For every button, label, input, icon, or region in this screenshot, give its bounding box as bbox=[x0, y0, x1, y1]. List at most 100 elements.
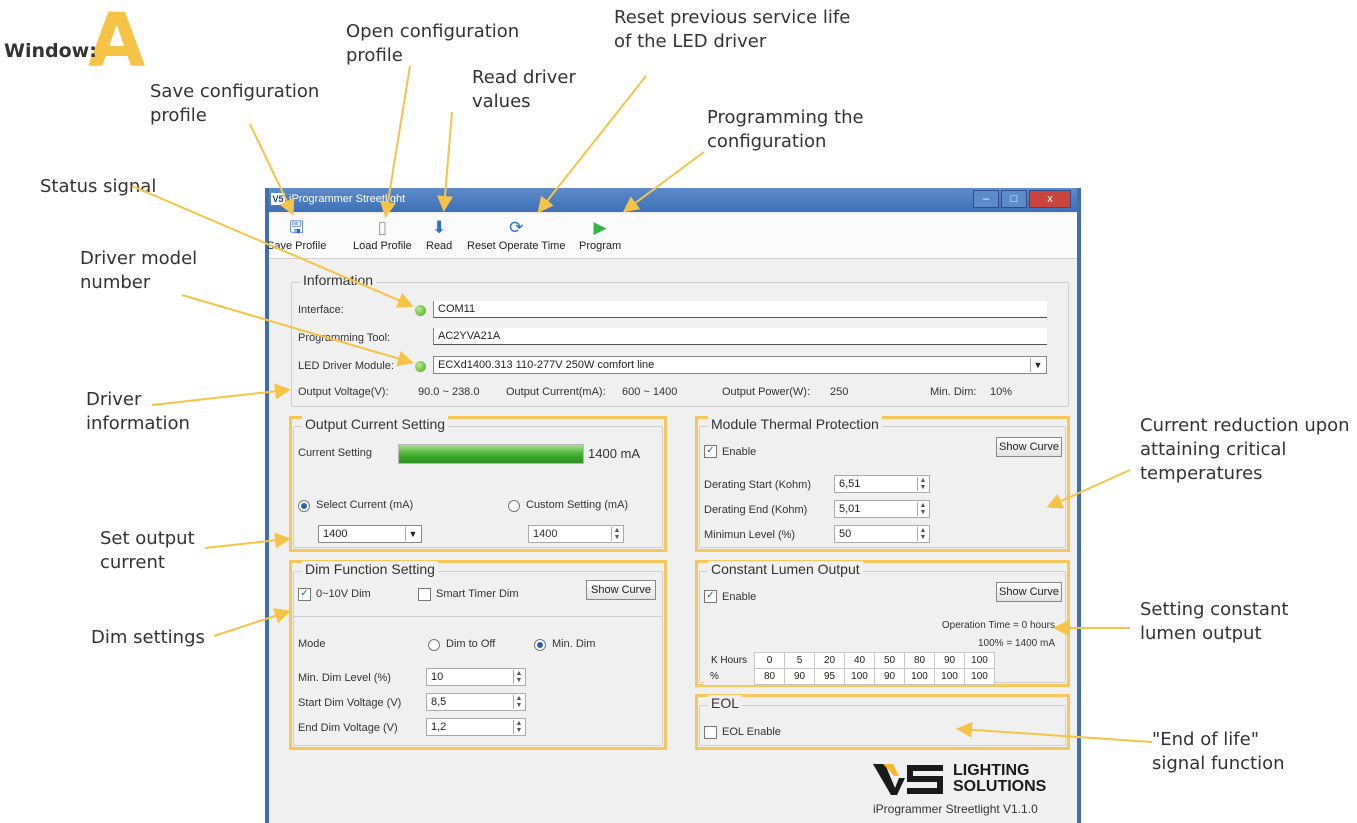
mode-label: Mode bbox=[298, 638, 326, 650]
table-cell[interactable]: 20 bbox=[814, 652, 845, 669]
clo-table: K Hours 0 5 20 40 50 80 90 100 % 80 90 9… bbox=[704, 652, 995, 685]
clo-group: Constant Lumen Output ✓ Enable Show Curv… bbox=[699, 561, 1066, 685]
eol-enable-checkbox[interactable] bbox=[704, 726, 717, 739]
table-cell[interactable]: 5 bbox=[784, 652, 815, 669]
table-cell[interactable]: 0 bbox=[754, 652, 785, 669]
logo-lighting-text: LIGHTING bbox=[953, 762, 1030, 779]
table-cell[interactable]: 95 bbox=[814, 668, 845, 685]
logo-solutions-text: SOLUTIONS bbox=[953, 778, 1047, 795]
read-button[interactable]: ⬇ Read bbox=[426, 218, 452, 252]
min-dim-level-stepper[interactable]: 10 ▲ ▼ bbox=[426, 668, 526, 686]
led-driver-module-select[interactable]: ECXd1400.313 110-277V 250W comfort line … bbox=[433, 356, 1047, 374]
table-cell[interactable]: 100 bbox=[904, 668, 935, 685]
output-current-title: Output Current Setting bbox=[302, 416, 449, 432]
information-group: Information Interface: COM11 Programming… bbox=[291, 272, 1069, 407]
output-current-value: 600 ~ 1400 bbox=[622, 386, 678, 398]
window-label: A Window: bbox=[4, 4, 145, 80]
module-status-indicator bbox=[415, 361, 426, 372]
minimum-level-stepper[interactable]: 50 ▲ ▼ bbox=[834, 525, 930, 543]
table-cell[interactable]: 90 bbox=[874, 668, 905, 685]
interface-status-indicator bbox=[415, 305, 426, 316]
note-status-signal: Status signal bbox=[40, 176, 157, 197]
dim-010v-checkbox[interactable]: ✓ bbox=[298, 588, 311, 601]
download-arrow-icon: ⬇ bbox=[432, 218, 447, 237]
min-dim-level-label: Min. Dim Level (%) bbox=[298, 672, 391, 684]
current-setting-label: Current Setting bbox=[298, 447, 372, 459]
output-current-label: Output Current(mA): bbox=[506, 386, 606, 398]
clo-enable-checkbox[interactable]: ✓ bbox=[704, 590, 717, 603]
k-hours-label: K Hours bbox=[704, 652, 755, 669]
dim-show-curve-button[interactable]: Show Curve bbox=[586, 580, 656, 600]
programming-tool-field[interactable]: AC2YVA21A bbox=[433, 328, 1047, 345]
note-end-of-life: "End of life" signal function bbox=[1152, 729, 1285, 774]
table-cell[interactable]: 100 bbox=[844, 668, 875, 685]
min-dim-label: Min. Dim: bbox=[930, 386, 977, 398]
table-cell[interactable]: 50 bbox=[874, 652, 905, 669]
table-cell[interactable]: 90 bbox=[784, 668, 815, 685]
note-constant-lumen: Setting constant lumen output bbox=[1140, 599, 1289, 644]
led-driver-module-label: LED Driver Module: bbox=[298, 360, 394, 372]
percent-reference-text: 100% = 1400 mA bbox=[978, 638, 1055, 649]
stepper-arrows-icon[interactable]: ▲ ▼ bbox=[917, 527, 928, 541]
min-dim-value: 10% bbox=[990, 386, 1013, 398]
stepper-arrows-icon[interactable]: ▲ ▼ bbox=[917, 502, 928, 516]
smart-timer-checkbox[interactable] bbox=[418, 588, 431, 601]
save-profile-button[interactable]: 🖫 Save Profile bbox=[267, 218, 326, 252]
program-button[interactable]: ▶ Program bbox=[579, 218, 621, 252]
maximize-button[interactable]: □ bbox=[1001, 190, 1027, 208]
note-reset-life: Reset previous service life of the LED d… bbox=[614, 7, 851, 52]
note-driver-info: Driver information bbox=[86, 389, 190, 434]
table-cell[interactable]: 80 bbox=[904, 652, 935, 669]
dim-010v-label: 0~10V Dim bbox=[316, 588, 371, 600]
custom-setting-radio[interactable] bbox=[508, 500, 520, 512]
select-current-dropdown[interactable]: 1400 ▼ bbox=[318, 525, 422, 543]
output-voltage-label: Output Voltage(V): bbox=[298, 386, 389, 398]
table-cell[interactable]: 80 bbox=[754, 668, 785, 685]
reset-operate-time-button[interactable]: ⟳ Reset Operate Time bbox=[467, 218, 565, 252]
stepper-arrows-icon[interactable]: ▲ ▼ bbox=[513, 670, 524, 684]
table-cell[interactable]: 90 bbox=[934, 652, 965, 669]
stepper-arrows-icon[interactable]: ▲ ▼ bbox=[917, 477, 928, 491]
thermal-enable-checkbox[interactable]: ✓ bbox=[704, 445, 717, 458]
end-dim-voltage-label: End Dim Voltage (V) bbox=[298, 722, 398, 734]
table-cell[interactable]: 100 bbox=[964, 668, 995, 685]
derating-start-label: Derating Start (Kohm) bbox=[704, 479, 811, 491]
vs-lighting-logo: LIGHTING SOLUTIONS bbox=[873, 762, 1073, 802]
clo-show-curve-button[interactable]: Show Curve bbox=[996, 582, 1062, 602]
output-power-value: 250 bbox=[830, 386, 849, 398]
dim-function-title: Dim Function Setting bbox=[302, 561, 438, 577]
thermal-show-curve-button[interactable]: Show Curve bbox=[996, 437, 1062, 457]
derating-end-stepper[interactable]: 5,01 ▲ ▼ bbox=[834, 500, 930, 518]
table-cell[interactable]: 40 bbox=[844, 652, 875, 669]
vs-logo-icon bbox=[873, 764, 943, 795]
interface-field[interactable]: COM11 bbox=[433, 301, 1047, 318]
derating-start-stepper[interactable]: 6,51 ▲ ▼ bbox=[834, 475, 930, 493]
start-dim-voltage-stepper[interactable]: 8,5 ▲ ▼ bbox=[426, 693, 526, 711]
load-profile-button[interactable]: ▯ Load Profile bbox=[353, 218, 412, 252]
current-setting-value: 1400 mA bbox=[588, 446, 641, 461]
dim-divider bbox=[294, 616, 662, 617]
output-power-label: Output Power(W): bbox=[722, 386, 811, 398]
title-bar[interactable]: V5 iProgrammer Streetlight – □ x bbox=[269, 188, 1077, 212]
custom-setting-label: Custom Setting (mA) bbox=[526, 499, 629, 511]
app-window: V5 iProgrammer Streetlight – □ x 🖫 Save … bbox=[265, 188, 1081, 823]
close-button[interactable]: x bbox=[1029, 190, 1071, 208]
select-current-radio[interactable] bbox=[298, 500, 310, 512]
note-save-config: Save configuration profile bbox=[150, 81, 320, 126]
stepper-arrows-icon[interactable]: ▲ ▼ bbox=[513, 695, 524, 709]
stepper-arrows-icon[interactable]: ▲ ▼ bbox=[611, 527, 622, 541]
min-dim-radio[interactable] bbox=[534, 639, 546, 651]
end-dim-voltage-stepper[interactable]: 1,2 ▲ ▼ bbox=[426, 718, 526, 736]
note-current-reduction: Current reduction upon attaining critica… bbox=[1140, 415, 1350, 484]
smart-timer-label: Smart Timer Dim bbox=[436, 588, 519, 600]
dim-to-off-radio[interactable] bbox=[428, 639, 440, 651]
table-cell[interactable]: 100 bbox=[934, 668, 965, 685]
output-current-group: Output Current Setting Current Setting 1… bbox=[293, 416, 663, 548]
minimize-button[interactable]: – bbox=[973, 190, 999, 208]
custom-setting-stepper[interactable]: 1400 ▲ ▼ bbox=[528, 525, 624, 543]
stepper-arrows-icon[interactable]: ▲ ▼ bbox=[513, 720, 524, 734]
table-cell[interactable]: 100 bbox=[964, 652, 995, 669]
output-voltage-value: 90.0 ~ 238.0 bbox=[418, 386, 480, 398]
eol-title: EOL bbox=[708, 695, 743, 711]
window-word: Window: bbox=[4, 40, 97, 62]
